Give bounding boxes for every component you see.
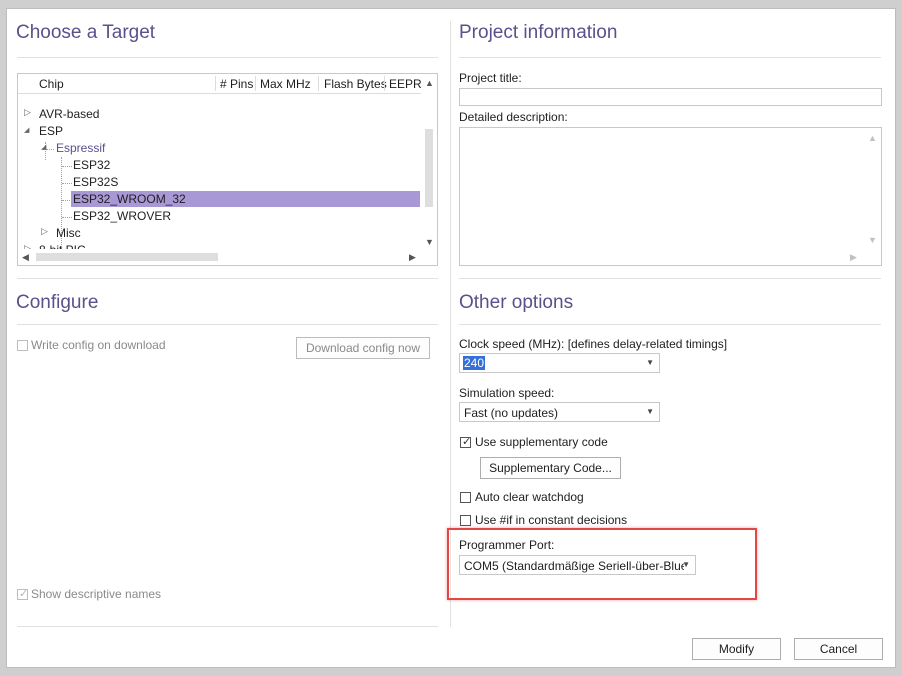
column-max-mhz[interactable]: Max MHz [260,77,311,91]
write-config-checkbox[interactable] [17,340,28,351]
tree-item-avr[interactable]: ▷ AVR-based [18,106,423,123]
configure-title: Configure [16,292,99,313]
detailed-description-label: Detailed description: [459,110,568,124]
tree-item-label: ESP [39,124,64,138]
tree-item-esp32-wrover[interactable]: ESP32_WROVER [18,208,423,225]
column-pins[interactable]: # Pins [220,77,253,91]
simulation-speed-value: Fast (no updates) [464,406,559,420]
tree-item-label: Espressif [56,141,106,155]
scroll-thumb[interactable] [36,253,218,261]
use-supplementary-code-checkbox[interactable]: ✓ [460,436,472,448]
project-title-label: Project title: [459,71,522,85]
tree-item-label: ESP32S [73,175,119,189]
divider-configure [17,324,438,325]
scroll-left-icon[interactable]: ◀ [22,252,29,263]
scroll-down-icon[interactable]: ▼ [868,235,877,245]
programmer-port-highlight [447,528,757,600]
use-if-constant-checkbox[interactable] [460,515,471,526]
divider-project [459,57,881,58]
divider-target [17,57,438,58]
auto-clear-watchdog-label: Auto clear watchdog [475,490,584,504]
scroll-up-icon[interactable]: ▲ [868,133,877,143]
detailed-description-textarea[interactable]: ▲ ▼ ▶ [459,127,882,266]
write-config-label: Write config on download [31,338,166,352]
clock-speed-label: Clock speed (MHz): [defines delay-relate… [459,337,728,351]
collapsed-arrow-icon[interactable]: ▷ [41,226,48,237]
choose-target-dialog: Choose a Target Chip # Pins Max MHz Flas… [6,8,896,668]
cancel-button[interactable]: Cancel [794,638,883,660]
tree-item-label: AVR-based [39,107,100,121]
column-chip[interactable]: Chip [39,77,64,91]
divider-options-top [459,278,881,279]
divider-configure-top [17,278,438,279]
use-if-constant-label: Use #if in constant decisions [475,513,628,527]
scroll-right-icon[interactable]: ▶ [409,252,416,263]
chip-tree-header: Chip # Pins Max MHz Flash Bytes EEPRO [18,74,423,94]
column-separator[interactable] [318,76,319,91]
collapsed-arrow-icon[interactable]: ▷ [24,107,31,118]
tree-item-label: ESP32_WROOM_32 [73,192,186,206]
tree-item-espressif[interactable]: ◢ Espressif [18,140,423,157]
column-separator[interactable] [215,76,216,91]
simulation-speed-label: Simulation speed: [459,386,555,400]
tree-item-esp[interactable]: ◢ ESP [18,123,423,140]
show-descriptive-names-checkbox[interactable]: ✓ [17,588,29,600]
column-separator[interactable] [384,76,385,91]
tree-item-label: Misc [56,226,81,240]
other-options-title: Other options [459,292,574,313]
project-title-input[interactable] [459,88,882,106]
tree-item-esp32[interactable]: ESP32 [18,157,423,174]
tree-vertical-scrollbar[interactable]: ▲ ▼ [421,74,437,251]
download-config-button[interactable]: Download config now [296,337,430,359]
project-information-title: Project information [459,22,618,43]
show-descriptive-names-label: Show descriptive names [31,587,162,601]
clock-speed-combo[interactable]: 240 ▼ [459,353,660,373]
checkmark-icon: ✓ [462,436,472,448]
scroll-down-icon[interactable]: ▼ [425,237,434,247]
modify-button[interactable]: Modify [692,638,781,660]
clock-speed-value: 240 [463,356,486,370]
column-flash-bytes[interactable]: Flash Bytes [324,77,387,91]
tree-item-misc[interactable]: ▷ Misc [18,225,423,242]
column-eeprom[interactable]: EEPRO [389,77,421,91]
expanded-arrow-icon[interactable]: ◢ [24,126,29,134]
tree-item-label: ESP32 [73,158,111,172]
tree-item-label: ESP32_WROVER [73,209,172,223]
divider-footer [17,626,438,627]
tree-item-esp32s[interactable]: ESP32S [18,174,423,191]
choose-target-title: Choose a Target [16,22,156,43]
chevron-down-icon[interactable]: ▼ [646,407,654,416]
simulation-speed-select[interactable]: Fast (no updates) ▼ [459,402,660,422]
scroll-thumb[interactable] [425,129,433,207]
tree-item-esp32-wroom-32[interactable]: ESP32_WROOM_32 [18,191,423,208]
tree-horizontal-scrollbar[interactable]: ◀ ▶ [18,249,423,265]
expanded-arrow-icon[interactable]: ◢ [41,143,46,151]
checkmark-icon: ✓ [19,588,29,600]
auto-clear-watchdog-checkbox[interactable] [460,492,471,503]
column-separator[interactable] [255,76,256,91]
divider-options [459,324,881,325]
use-supplementary-code-label: Use supplementary code [475,435,608,449]
scroll-up-icon[interactable]: ▲ [425,78,434,88]
chip-tree[interactable]: Chip # Pins Max MHz Flash Bytes EEPRO ▷ … [17,73,438,266]
supplementary-code-button[interactable]: Supplementary Code... [480,457,621,479]
scroll-right-icon[interactable]: ▶ [850,252,857,263]
chevron-down-icon[interactable]: ▼ [646,358,654,367]
